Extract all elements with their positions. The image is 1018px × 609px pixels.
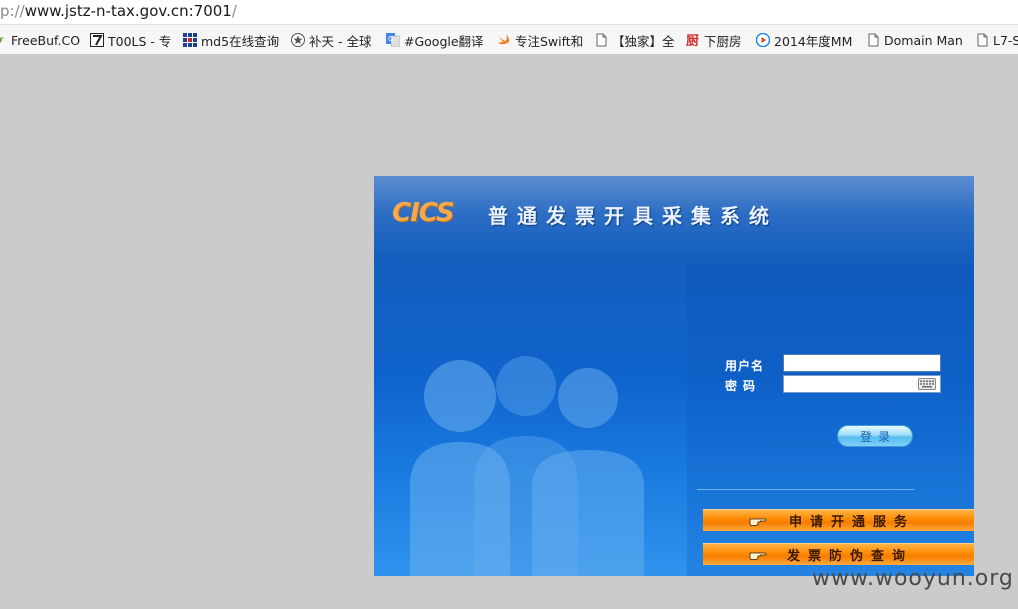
bookmark-freebuf[interactable]: FreeBuf.CO — [0, 30, 80, 50]
xiachufang-icon: 厨 — [686, 33, 700, 47]
invoice-check-label: 发票防伪查询 — [787, 549, 914, 564]
username-label: 用户名 — [725, 359, 765, 373]
login-button[interactable]: 登录 — [837, 425, 913, 447]
bookmarks-bar: FreeBuf.CO T00LS - 专 md5在线查询 补天 - 全球 G #… — [0, 24, 1018, 55]
bookmark-dujia[interactable]: 【独家】全 — [594, 30, 675, 50]
keyboard-icon[interactable] — [918, 378, 936, 390]
url-protocol: p:// — [0, 2, 25, 20]
username-input[interactable] — [783, 354, 941, 372]
watermark: www.wooyun.org — [812, 566, 1014, 591]
address-bar[interactable]: p://www.jstz-n-tax.gov.cn:7001/ — [0, 0, 1018, 24]
bookmark-label: 2014年度MM — [774, 33, 853, 49]
star-icon — [291, 33, 305, 47]
bookmark-domain-man[interactable]: Domain Man — [866, 30, 963, 50]
swift-icon — [498, 34, 510, 45]
url-path: / — [231, 2, 237, 20]
divider — [697, 489, 914, 490]
bookmark-label: 专注Swift和 — [515, 33, 584, 49]
bookmark-label: #Google翻译 — [404, 33, 484, 49]
tools-icon — [90, 33, 104, 47]
cics-logo: CICS — [392, 198, 455, 228]
grid-icon — [183, 33, 197, 47]
bookmark-md5[interactable]: md5在线查询 — [183, 30, 279, 50]
bookmark-label: L7-S — [993, 32, 1018, 48]
bookmark-label: FreeBuf.CO — [11, 32, 81, 48]
translate-icon: G — [386, 33, 400, 47]
pointing-hand-icon — [749, 552, 767, 560]
url-host: www.jstz-n-tax.gov.cn:7001 — [24, 2, 232, 20]
bookmark-label: 【独家】全 — [612, 33, 675, 49]
svg-text:厨: 厨 — [686, 34, 699, 47]
people-illustration — [410, 356, 644, 576]
page-icon — [868, 33, 879, 47]
freebuf-icon — [0, 37, 4, 43]
bookmark-2014mm[interactable]: 2014年度MM — [756, 30, 852, 50]
bookmark-label: 下厨房 — [704, 33, 742, 49]
page-icon — [977, 33, 988, 47]
invoice-check-button[interactable]: 发票防伪查询 — [703, 543, 974, 565]
login-panel: CICS 普通发票开具采集系统 用户名 密码 登录 申请开通服务 发票防伪查询 — [374, 176, 974, 576]
bookmark-label: md5在线查询 — [201, 33, 280, 49]
bookmark-butian[interactable]: 补天 - 全球 — [291, 30, 371, 50]
bookmark-l7s[interactable]: L7-S — [975, 30, 1018, 50]
svg-text:G: G — [388, 35, 393, 43]
password-label: 密码 — [725, 379, 762, 393]
apply-service-label: 申请开通服务 — [789, 515, 916, 530]
bookmark-label: 补天 - 全球 — [309, 33, 372, 49]
bookmark-label: T00LS - 专 — [108, 33, 172, 49]
page-icon — [596, 33, 607, 47]
apply-service-button[interactable]: 申请开通服务 — [703, 509, 974, 531]
play-icon — [756, 33, 770, 47]
bookmark-xiachufang[interactable]: 厨 下厨房 — [686, 30, 742, 50]
bookmark-google-translate[interactable]: G #Google翻译 — [386, 30, 484, 50]
system-title: 普通发票开具采集系统 — [488, 204, 778, 228]
bookmark-swift[interactable]: 专注Swift和 — [497, 30, 583, 50]
pointing-hand-icon — [749, 518, 767, 526]
bookmark-tools[interactable]: T00LS - 专 — [90, 30, 171, 50]
bookmark-label: Domain Man — [884, 32, 963, 48]
